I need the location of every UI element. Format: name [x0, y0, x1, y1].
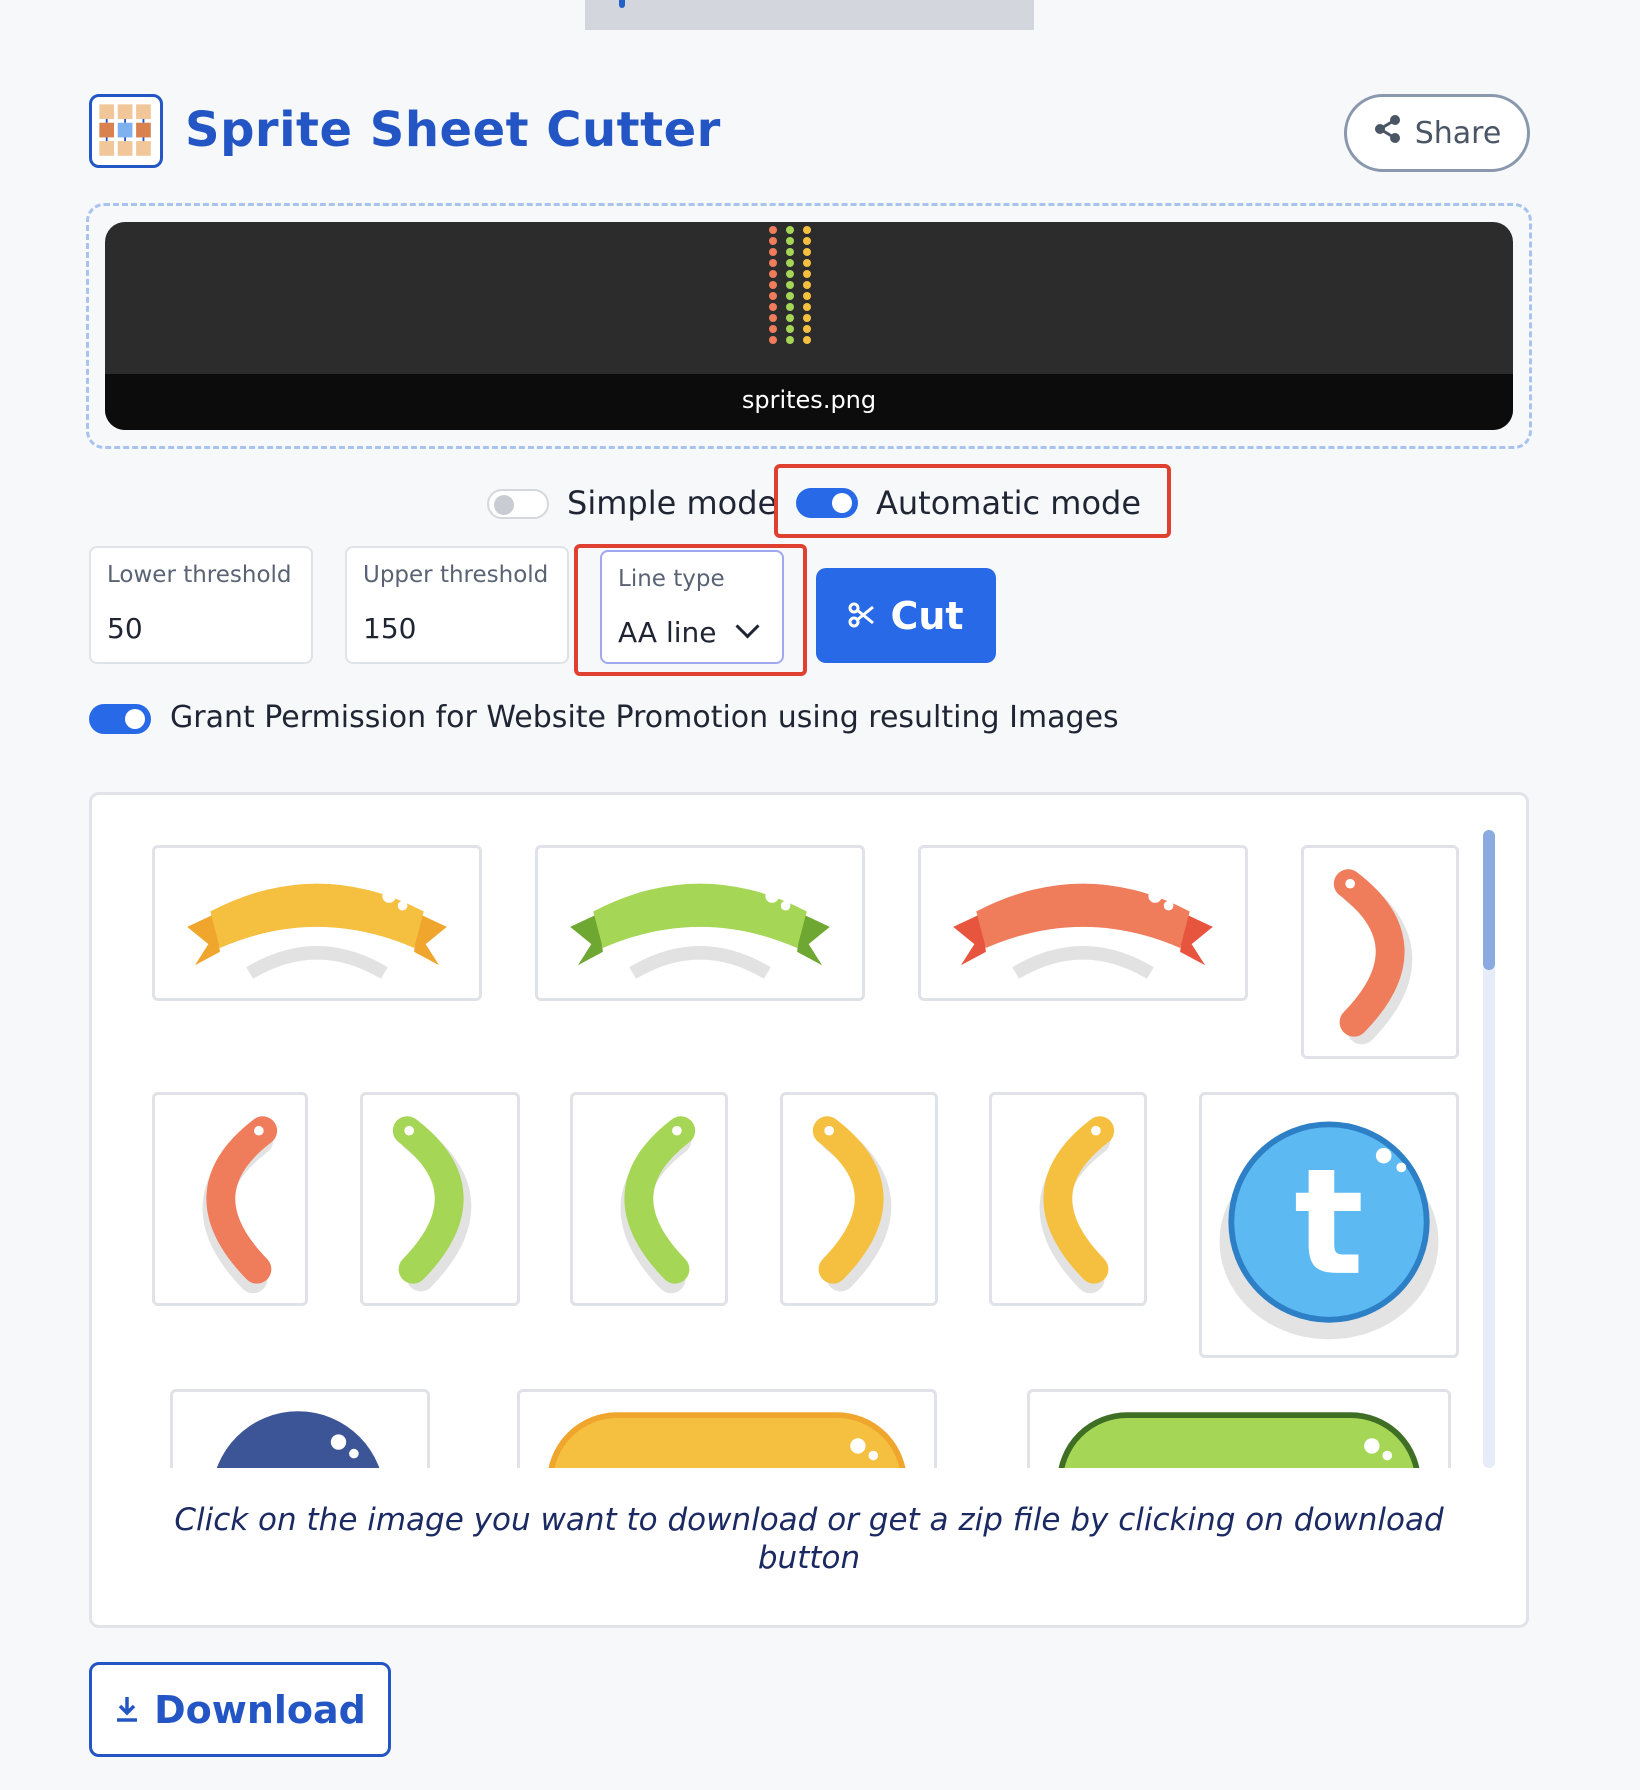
chevron-down-icon: [735, 614, 760, 639]
app-title: Sprite Sheet Cutter: [185, 102, 721, 158]
upper-threshold-field[interactable]: Upper threshold 150: [345, 546, 569, 664]
result-tile-arrow-left-red[interactable]: [152, 1092, 308, 1306]
result-tile-arrow-right-red[interactable]: [1301, 845, 1459, 1059]
result-tile-arrow-left-green[interactable]: [570, 1092, 728, 1306]
top-strip: [585, 0, 1034, 30]
result-tile-ribbon-red[interactable]: [918, 845, 1248, 1001]
automatic-mode-toggle[interactable]: [796, 488, 858, 518]
line-type-value: AA line: [618, 616, 717, 649]
lower-threshold-value: 50: [107, 612, 143, 645]
result-tile-arrow-right-yellow[interactable]: [780, 1092, 938, 1306]
svg-text:t: t: [1294, 1137, 1364, 1308]
share-icon: [1373, 114, 1403, 152]
result-tile-arrow-left-yellow[interactable]: [989, 1092, 1147, 1306]
cut-label: Cut: [890, 593, 964, 638]
download-label: Download: [154, 1687, 366, 1732]
results-scrollbar-thumb[interactable]: [1483, 830, 1495, 970]
results-scrollbar[interactable]: [1483, 830, 1495, 1468]
result-tile-circle-navy[interactable]: [170, 1389, 430, 1468]
results-grid: t: [92, 795, 1497, 1468]
strip-marker: [619, 0, 625, 8]
result-tile-twitter-button-blue[interactable]: t: [1199, 1092, 1459, 1358]
result-tile-arrow-right-green[interactable]: [360, 1092, 520, 1306]
lower-threshold-field[interactable]: Lower threshold 50: [89, 546, 313, 664]
share-button[interactable]: Share: [1344, 94, 1530, 172]
result-tile-ribbon-yellow[interactable]: [152, 845, 482, 1001]
lower-threshold-label: Lower threshold: [107, 562, 292, 588]
result-tile-pill-green[interactable]: [1027, 1389, 1451, 1468]
upper-threshold-value: 150: [363, 612, 417, 645]
app-logo-icon: [89, 94, 163, 168]
uploaded-file-name: sprites.png: [741, 386, 877, 414]
sprite-column-red: [767, 226, 779, 347]
sprite-preview[interactable]: sprites.png: [105, 222, 1513, 430]
mode-selector: Simple mode Automatic mode: [0, 464, 1640, 538]
simple-mode-toggle[interactable]: [487, 489, 549, 519]
result-tile-pill-yellow[interactable]: [517, 1389, 937, 1468]
results-instruction: Click on the image you want to download …: [174, 1502, 1444, 1576]
sprite-column-green: [784, 226, 796, 347]
permission-label: Grant Permission for Website Promotion u…: [170, 700, 1119, 735]
permission-toggle[interactable]: [89, 704, 151, 734]
scissors-icon: [848, 594, 876, 638]
result-tile-ribbon-green[interactable]: [535, 845, 865, 1001]
upper-threshold-label: Upper threshold: [363, 562, 549, 588]
automatic-mode-label: Automatic mode: [876, 484, 1142, 522]
sprite-column-yellow: [801, 226, 813, 347]
download-button[interactable]: Download: [89, 1662, 391, 1757]
download-icon: [114, 1688, 140, 1732]
share-label: Share: [1414, 115, 1502, 151]
header: Sprite Sheet Cutter Share: [89, 94, 1530, 176]
line-type-select[interactable]: Line type AA line: [600, 550, 784, 664]
results-panel: t Click on the image you want to downloa…: [89, 792, 1529, 1628]
simple-mode-label: Simple mode: [567, 484, 778, 522]
cut-button[interactable]: Cut: [816, 568, 996, 663]
line-type-label: Line type: [618, 566, 725, 592]
